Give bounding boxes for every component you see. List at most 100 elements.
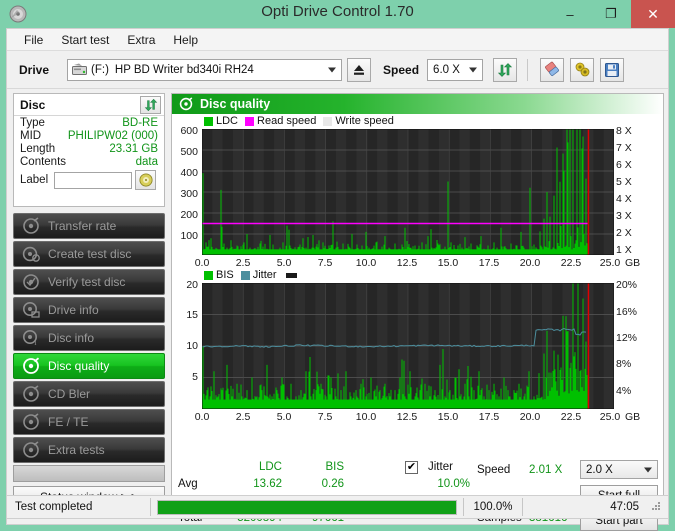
stats-header-ldc: LDC	[258, 461, 282, 473]
panel-title: Disc quality	[200, 97, 271, 111]
toolbar-separator	[527, 58, 529, 81]
status-bar: Test completed 100.0% 47:05	[6, 495, 669, 519]
bis-y2tick: 16%	[616, 306, 638, 318]
disc-create-icon	[22, 245, 40, 263]
ldc-plot-area[interactable]	[202, 129, 614, 255]
menu-file[interactable]: File	[15, 31, 52, 49]
legend-entry-jitter: Jitter	[240, 269, 277, 281]
bis-xtick: 2.5	[235, 411, 251, 423]
chevron-down-icon	[469, 67, 478, 72]
tools-icon	[575, 62, 589, 77]
sidebar-item-verify-test-disc[interactable]: Verify test disc	[13, 269, 165, 295]
sidebar-item-fe-te[interactable]: FE / TE	[13, 409, 165, 435]
bis-xtick: 15.0	[437, 411, 459, 423]
bis-xtick: 25.0	[599, 411, 621, 423]
chevron-down-icon	[328, 67, 337, 72]
minimize-button[interactable]: –	[549, 0, 591, 28]
sidebar-item-cd-bler[interactable]: CD Bler	[13, 381, 165, 407]
sidebar-item-extra-tests[interactable]: Extra tests	[13, 437, 165, 463]
sidebar-item-transfer-rate[interactable]: Transfer rate	[13, 213, 165, 239]
disc-fete-icon	[22, 413, 40, 431]
test-speed-value: 2.0 X	[586, 463, 613, 476]
sidebar-item-create-test-disc[interactable]: Create test disc	[13, 241, 165, 267]
title-bar: Opti Drive Control 1.70 – ❐ ✕	[0, 0, 675, 28]
stats-jitter-avg: 10.0%	[437, 478, 470, 490]
disc-row-value: data	[135, 156, 158, 168]
status-progress-cell	[151, 499, 463, 515]
disc-row-mid: MID PHILIPW02 (000)	[14, 129, 164, 142]
stats-header-bis: BIS	[325, 461, 344, 473]
disc-row-value: PHILIPW02 (000)	[67, 130, 158, 142]
maximize-button[interactable]: ❐	[591, 0, 631, 28]
panel-header: Disc quality	[172, 94, 663, 114]
ldc-y2tick: 7 X	[616, 142, 632, 154]
menu-start-test[interactable]: Start test	[52, 31, 118, 49]
test-speed-select[interactable]: 2.0 X	[580, 460, 658, 479]
disc-bler-icon	[22, 385, 40, 403]
menu-help[interactable]: Help	[164, 31, 207, 49]
legend-entry-ldc: LDC	[204, 115, 238, 127]
refresh-icon	[497, 62, 513, 77]
menu-extra[interactable]: Extra	[118, 31, 164, 49]
refresh-icon	[144, 98, 157, 111]
sidebar-item-drive-info[interactable]: Drive info	[13, 297, 165, 323]
drive-device-icon	[72, 63, 88, 76]
tools-button[interactable]	[570, 57, 595, 82]
sidebar-item-label: Transfer rate	[48, 219, 117, 233]
drive-select[interactable]: (F:) HP BD Writer bd340i RH24	[67, 58, 343, 81]
disc-row-value: 23.31 GB	[109, 143, 158, 155]
ldc-ytick: 400	[180, 167, 198, 179]
legend-swatch-ldc	[204, 116, 213, 126]
erase-button[interactable]	[540, 57, 565, 82]
drive-name: HP BD Writer bd340i RH24	[114, 63, 254, 76]
resize-grip-icon[interactable]	[649, 499, 665, 515]
sidebar-item-disc-quality[interactable]: Disc quality	[13, 353, 165, 379]
ldc-ytick: 200	[180, 209, 198, 221]
drive-letter: (F:)	[91, 63, 109, 76]
progress-bar	[157, 499, 457, 515]
disc-row-length: Length 23.31 GB	[14, 142, 164, 155]
disc-quality-panel: Disc quality LDC Read speed Write speed …	[171, 93, 664, 531]
close-button[interactable]: ✕	[631, 0, 675, 28]
sidebar-item-disc-info[interactable]: i Disc info	[13, 325, 165, 351]
disc-label-key: Label	[20, 174, 49, 186]
ldc-ytick: 600	[180, 125, 198, 137]
save-icon	[605, 62, 620, 77]
application-window: Opti Drive Control 1.70 – ❐ ✕ File Start…	[0, 0, 675, 531]
bis-xtick: 10.0	[355, 411, 377, 423]
legend-swatch-read-speed	[245, 116, 255, 126]
eraser-icon	[544, 61, 559, 76]
disc-test-icon	[22, 217, 40, 235]
speed-select[interactable]: 6.0 X	[427, 58, 484, 81]
ldc-y2tick: 1 X	[616, 244, 632, 256]
bis-y2tick: 8%	[616, 358, 632, 370]
disc-label-input[interactable]	[54, 171, 133, 189]
disc-quality-icon	[22, 357, 40, 375]
speed-value: 6.0 X	[433, 63, 460, 76]
ldc-y2tick: 4 X	[616, 193, 632, 205]
speed-label: Speed	[383, 62, 420, 77]
ldc-y2tick: 2 X	[616, 227, 632, 239]
disc-row-key: Length	[20, 143, 56, 155]
chevron-down-icon	[644, 467, 652, 472]
eject-button[interactable]	[347, 57, 372, 82]
ldc-ytick: 100	[180, 230, 198, 242]
disc-info-icon: i	[22, 329, 40, 347]
status-text: Test completed	[15, 501, 93, 513]
bis-xtick: 5.0	[276, 411, 292, 423]
bis-xtick: 20.0	[519, 411, 541, 423]
save-button[interactable]	[600, 57, 625, 82]
jitter-checkbox[interactable]: ✔	[405, 461, 418, 474]
left-panel: Disc Type BD-RE MID PHILIPW02 (000) Leng…	[13, 93, 165, 518]
disc-icon	[139, 173, 153, 187]
legend-swatch-extra	[285, 272, 297, 278]
stats-bis-avg: 0.26	[321, 478, 344, 490]
disc-label-icon-button[interactable]	[135, 170, 157, 190]
bis-y2tick: 4%	[616, 385, 632, 397]
legend-entry-bis: BIS	[204, 269, 234, 281]
disc-refresh-button[interactable]	[140, 95, 161, 114]
refresh-button[interactable]	[493, 57, 518, 82]
test-nav-list: Transfer rate Create test disc Verify te…	[13, 213, 165, 507]
bis-jitter-plot-area[interactable]	[202, 283, 614, 409]
progress-percent: 100.0%	[473, 501, 513, 513]
